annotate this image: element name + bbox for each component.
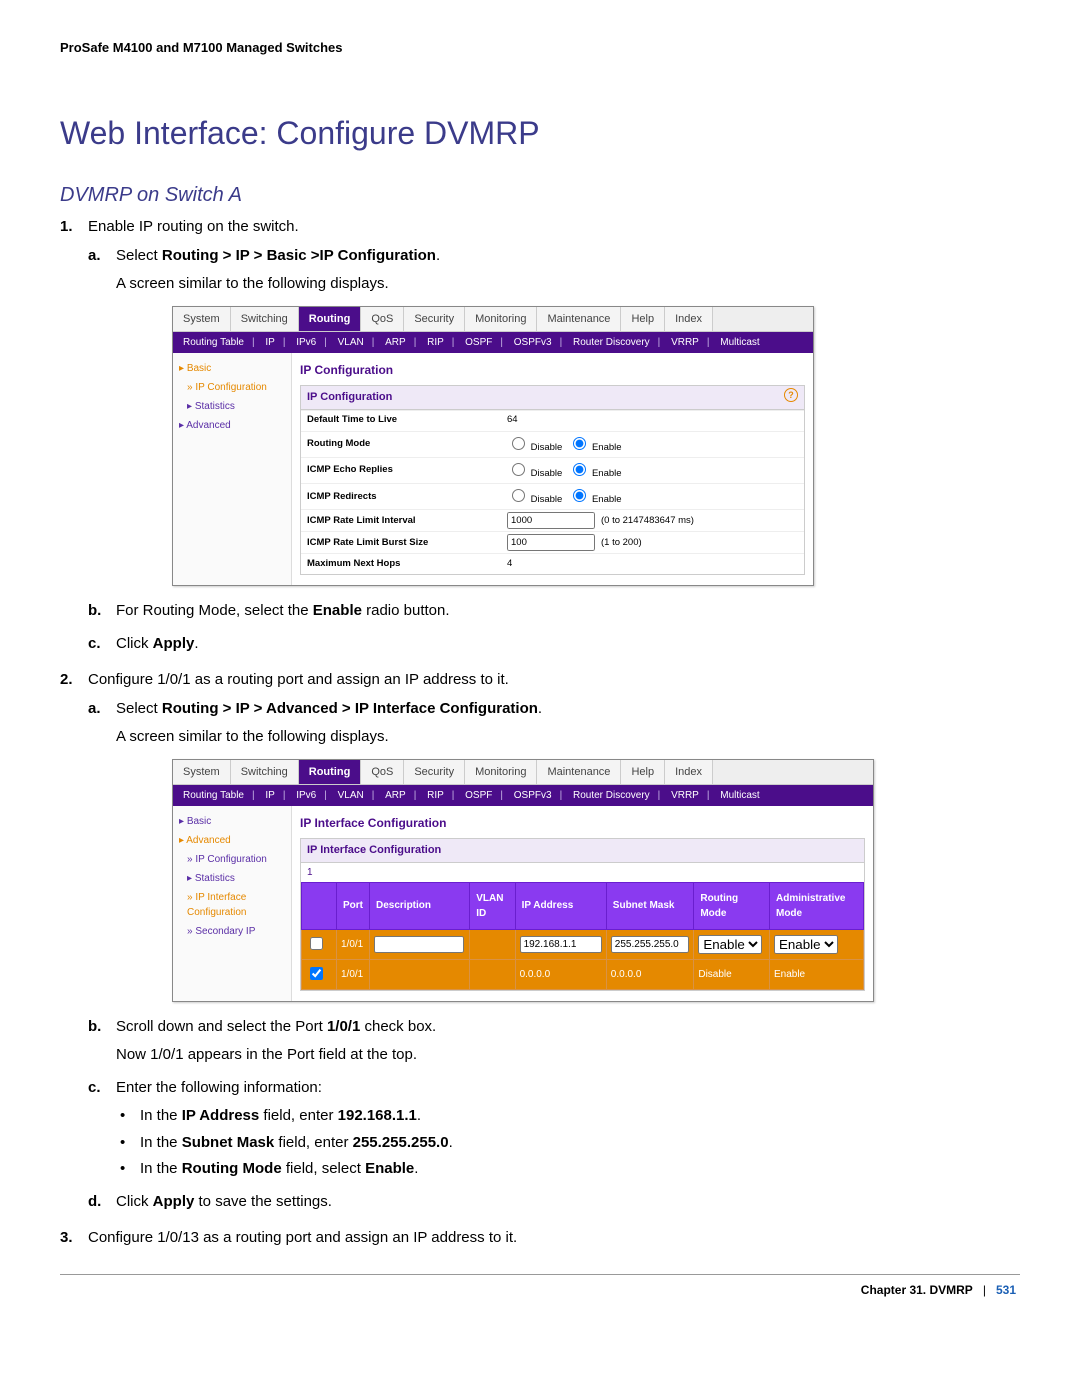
step-3-text: Configure 1/0/13 as a routing port and a…	[88, 1229, 517, 1246]
tab-help[interactable]: Help	[621, 307, 665, 332]
tabbar: System Switching Routing QoS Security Mo…	[173, 307, 813, 333]
tab-index[interactable]: Index	[665, 760, 713, 785]
table-row-edit: 1/0/1 Enable Enable	[302, 929, 864, 959]
table-row: 1/0/1 0.0.0.0 0.0.0.0 Disable Enable	[302, 959, 864, 989]
icmp-echo-disable[interactable]	[512, 463, 525, 476]
ip-address-input[interactable]	[520, 936, 602, 953]
description-input[interactable]	[374, 936, 464, 953]
step-1: 1. Enable IP routing on the switch. a. S…	[60, 216, 1020, 655]
box-header: IP Configuration ?	[301, 386, 804, 410]
tab-routing[interactable]: Routing	[299, 307, 362, 332]
step-1c: c. Click Apply.	[88, 633, 1020, 656]
tab-switching[interactable]: Switching	[231, 307, 299, 332]
row-select-checkbox[interactable]	[310, 937, 323, 950]
page-footer: Chapter 31. DVMRP | 531	[60, 1283, 1020, 1297]
tab-switching[interactable]: Switching	[231, 760, 299, 785]
admin-mode-select[interactable]: Enable	[774, 935, 838, 954]
tab-security[interactable]: Security	[404, 307, 465, 332]
step-2c-text: Enter the following information:	[116, 1079, 322, 1096]
tab-system[interactable]: System	[173, 307, 231, 332]
bullet-mode: In the Routing Mode field, select Enable…	[116, 1158, 1020, 1181]
tab-routing[interactable]: Routing	[299, 760, 362, 785]
sidenav-basic[interactable]: ▸ Basic	[177, 812, 287, 831]
tab-qos[interactable]: QoS	[361, 307, 404, 332]
subtabbar-2: Routing Table| IP| IPv6| VLAN| ARP| RIP|…	[173, 785, 873, 806]
tab-help[interactable]: Help	[621, 760, 665, 785]
sidenav-statistics[interactable]: ▸ Statistics	[177, 397, 287, 416]
panel-title-2: IP Interface Configuration	[300, 814, 865, 832]
sidenav-basic[interactable]: ▸ Basic	[177, 359, 287, 378]
sidenav: ▸ Basic » IP Configuration ▸ Statistics …	[173, 353, 292, 585]
step-2b: b. Scroll down and select the Port 1/0/1…	[88, 1016, 1020, 1067]
icmp-echo-enable[interactable]	[573, 463, 586, 476]
sidenav-advanced[interactable]: ▸ Advanced	[177, 416, 287, 435]
icmp-rate-interval-input[interactable]	[507, 512, 595, 529]
step-2a: a. Select Routing > IP > Advanced > IP I…	[88, 698, 1020, 1002]
tab-monitoring[interactable]: Monitoring	[465, 307, 537, 332]
routing-mode-select[interactable]: Enable	[698, 935, 762, 954]
icmp-rate-burst-input[interactable]	[507, 534, 595, 551]
panel-title: IP Configuration	[300, 361, 805, 379]
subtabbar: Routing Table| IP| IPv6| VLAN| ARP| RIP|…	[173, 332, 813, 353]
step-1a-note: A screen similar to the following displa…	[116, 273, 1020, 296]
doc-header: ProSafe M4100 and M7100 Managed Switches	[60, 40, 1020, 55]
tab-maintenance[interactable]: Maintenance	[537, 760, 621, 785]
screenshot-ip-interface-configuration: System Switching Routing QoS Security Mo…	[172, 759, 874, 1002]
footer-divider	[60, 1274, 1020, 1275]
tab-security[interactable]: Security	[404, 760, 465, 785]
step-2b-note: Now 1/0/1 appears in the Port field at t…	[116, 1044, 1020, 1067]
step-1b: b. For Routing Mode, select the Enable r…	[88, 600, 1020, 623]
tab-monitoring[interactable]: Monitoring	[465, 760, 537, 785]
subnet-mask-input[interactable]	[611, 936, 690, 953]
bullet-mask: In the Subnet Mask field, enter 255.255.…	[116, 1132, 1020, 1155]
tab-index[interactable]: Index	[665, 307, 713, 332]
sidenav-ip-interface-configuration[interactable]: » IP Interface Configuration	[177, 888, 287, 922]
icmp-redirects-enable[interactable]	[573, 489, 586, 502]
sidenav-advanced[interactable]: ▸ Advanced	[177, 831, 287, 850]
step-2: 2. Configure 1/0/1 as a routing port and…	[60, 669, 1020, 1213]
step-2c: c. Enter the following information: In t…	[88, 1077, 1020, 1181]
tab-system[interactable]: System	[173, 760, 231, 785]
step-1-text: Enable IP routing on the switch.	[88, 218, 299, 235]
ip-interface-table: Port Description VLAN ID IP Address Subn…	[301, 882, 864, 990]
row-select-checkbox[interactable]	[310, 967, 323, 980]
step-1a: a. Select Routing > IP > Basic >IP Confi…	[88, 245, 1020, 587]
tab-maintenance[interactable]: Maintenance	[537, 307, 621, 332]
box-header-2: IP Interface Configuration	[301, 839, 864, 863]
sidenav-secondary-ip[interactable]: » Secondary IP	[177, 922, 287, 941]
sidenav-2: ▸ Basic ▸ Advanced » IP Configuration ▸ …	[173, 806, 292, 1001]
routing-mode-disable[interactable]	[512, 437, 525, 450]
unit-indicator[interactable]: 1	[301, 863, 864, 882]
routing-mode-enable[interactable]	[573, 437, 586, 450]
bullet-ip: In the IP Address field, enter 192.168.1…	[116, 1105, 1020, 1128]
help-icon[interactable]: ?	[784, 388, 798, 402]
sidenav-ip-configuration[interactable]: » IP Configuration	[177, 850, 287, 869]
tabbar-2: System Switching Routing QoS Security Mo…	[173, 760, 873, 786]
tab-qos[interactable]: QoS	[361, 760, 404, 785]
sidenav-statistics[interactable]: ▸ Statistics	[177, 869, 287, 888]
screenshot-ip-configuration: System Switching Routing QoS Security Mo…	[172, 306, 814, 587]
step-2a-note: A screen similar to the following displa…	[116, 726, 1020, 749]
subsection-title: DVMRP on Switch A	[60, 180, 1020, 210]
step-2d: d. Click Apply to save the settings.	[88, 1191, 1020, 1214]
icmp-redirects-disable[interactable]	[512, 489, 525, 502]
step-2-text: Configure 1/0/1 as a routing port and as…	[88, 671, 509, 688]
sidenav-ip-configuration[interactable]: » IP Configuration	[177, 378, 287, 397]
step-3: 3. Configure 1/0/13 as a routing port an…	[60, 1227, 1020, 1250]
page-title: Web Interface: Configure DVMRP	[60, 115, 1020, 152]
